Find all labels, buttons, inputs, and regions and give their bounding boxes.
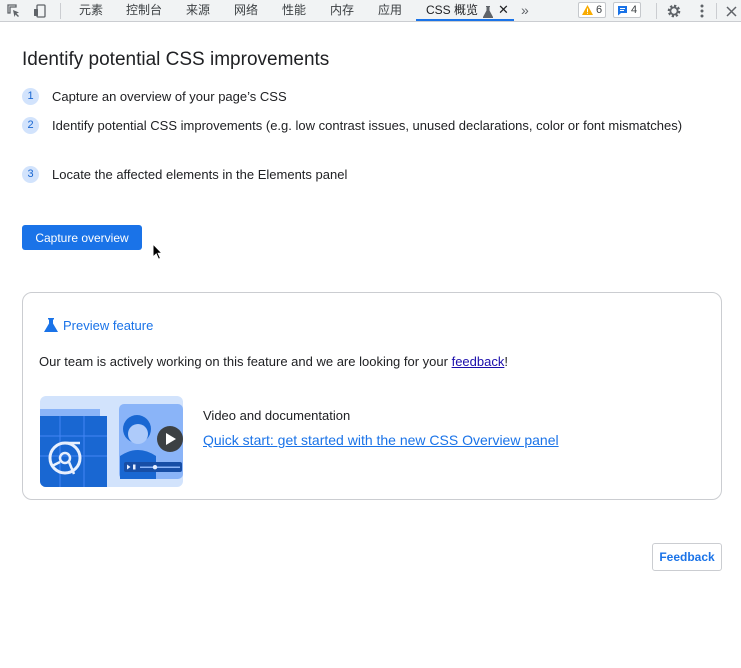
- warnings-badge[interactable]: 6: [578, 2, 607, 18]
- messages-count: 4: [631, 4, 638, 16]
- preview-text-before: Our team is actively working on this fea…: [39, 354, 452, 369]
- tab-network[interactable]: 网络: [234, 0, 258, 21]
- warnings-count: 6: [596, 4, 603, 16]
- devtools-toolbar: 元素 控制台 来源 网络 性能 内存 应用 CSS 概览 ✕ » 6 4: [0, 0, 741, 22]
- toolbar-divider: [716, 3, 717, 19]
- preview-feature-heading: Preview feature: [43, 317, 153, 333]
- step-text: Identify potential CSS improvements (e.g…: [52, 118, 683, 133]
- step-number: 1: [22, 88, 39, 105]
- kebab-menu-icon[interactable]: [693, 2, 711, 20]
- close-devtools-icon[interactable]: [722, 2, 740, 20]
- close-tab-icon[interactable]: ✕: [498, 0, 509, 20]
- preview-feature-card: Preview feature Our team is actively wor…: [22, 292, 722, 500]
- preview-feature-text: Our team is actively working on this fea…: [39, 354, 508, 369]
- tab-css-overview[interactable]: CSS 概览 ✕: [416, 0, 514, 21]
- tab-sources[interactable]: 来源: [186, 0, 210, 21]
- step-number: 2: [22, 117, 39, 134]
- video-documentation-label: Video and documentation: [203, 408, 351, 423]
- tab-performance[interactable]: 性能: [282, 0, 306, 21]
- toolbar-divider: [60, 3, 61, 19]
- step-text: Locate the affected elements in the Elem…: [52, 167, 348, 182]
- tab-elements[interactable]: 元素: [79, 0, 103, 21]
- preview-text-after: !: [504, 354, 508, 369]
- quick-start-link[interactable]: Quick start: get started with the new CS…: [203, 432, 559, 448]
- tab-css-overview-label: CSS 概览: [426, 3, 479, 17]
- mouse-cursor-icon: [152, 242, 164, 266]
- capture-overview-button[interactable]: Capture overview: [22, 225, 142, 250]
- feedback-button[interactable]: Feedback: [652, 543, 722, 571]
- tab-console[interactable]: 控制台: [126, 0, 162, 21]
- flask-icon: [483, 4, 493, 24]
- step-number: 3: [22, 166, 39, 183]
- flask-icon: [44, 318, 58, 332]
- inspect-element-icon[interactable]: [5, 2, 23, 20]
- gear-icon[interactable]: [665, 2, 683, 20]
- feedback-link[interactable]: feedback: [452, 354, 505, 369]
- more-tabs-icon[interactable]: »: [521, 0, 529, 21]
- step-text: Capture an overview of your page’s CSS: [52, 89, 287, 104]
- page-title: Identify potential CSS improvements: [22, 49, 330, 70]
- message-icon: [618, 5, 627, 15]
- warning-icon: [582, 5, 593, 15]
- toolbar-divider: [656, 3, 657, 19]
- device-toolbar-icon[interactable]: [31, 2, 49, 20]
- messages-badge[interactable]: 4: [613, 2, 642, 18]
- tab-memory[interactable]: 内存: [330, 0, 354, 21]
- preview-feature-label: Preview feature: [63, 317, 154, 333]
- tab-application[interactable]: 应用: [378, 0, 402, 21]
- video-thumbnail[interactable]: [40, 396, 183, 487]
